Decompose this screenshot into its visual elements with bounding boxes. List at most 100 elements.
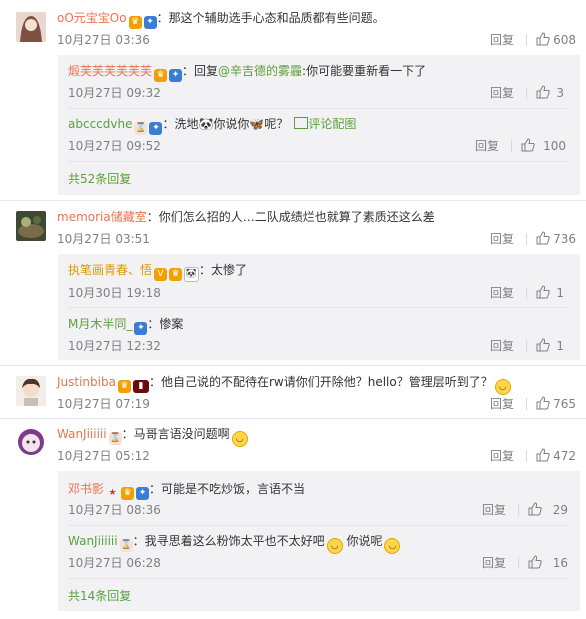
username[interactable]: memoria储藏室 [57, 210, 147, 224]
reply-time: 10月27日 08:36 [68, 503, 161, 517]
grin-emoji-icon: ◡ [494, 379, 511, 395]
divider [68, 307, 570, 308]
reply-line: 执笔画青春、悟 V ♛ 🐼 ：太惨了 [68, 262, 247, 282]
avatar[interactable] [16, 376, 46, 406]
comment-line: oO元宝宝Oo ♛ ✦ ：那这个辅助选手心态和品质都有些问题。 [57, 10, 385, 29]
thumbs-up-icon[interactable] [536, 231, 550, 245]
username[interactable]: WanJiiiiii [68, 534, 118, 548]
reply-text: ：太惨了 [199, 263, 248, 277]
reply-button[interactable]: 回复 [490, 286, 514, 300]
reply-button[interactable]: 回复 [475, 139, 499, 153]
star-icon: ★ [108, 488, 117, 498]
like-count: 608 [553, 33, 576, 47]
vip-badge-icon: ♛ [154, 69, 168, 82]
username[interactable]: 煅芙芙芙芙芙芙 [68, 64, 152, 78]
thumbs-up-icon[interactable] [536, 285, 550, 299]
comment-line: memoria储藏室：你们怎么招的人…二队成绩烂也就算了素质还这么差 [57, 209, 435, 225]
reply-time: 10月27日 06:28 [68, 556, 161, 570]
divider [0, 200, 586, 201]
reply-time: 10月27日 09:32 [68, 86, 161, 100]
comment-text: ：他自己说的不配待在rw请你们开除他？hello？管理层听到了？ [148, 375, 493, 389]
reply-time: 10月27日 12:32 [68, 339, 161, 353]
divider [526, 340, 527, 352]
username[interactable]: oO元宝宝Oo [57, 11, 127, 25]
vip-badge-icon: ♛ [121, 487, 135, 500]
avatar[interactable] [16, 12, 46, 42]
reply-text: ：洗地🐼你说你🦋呢？ [162, 117, 289, 131]
reply-button[interactable]: 回复 [490, 33, 514, 47]
reply-button[interactable]: 回复 [490, 86, 514, 100]
thumbs-up-icon[interactable] [536, 85, 550, 99]
reply-button[interactable]: 回复 [490, 397, 514, 411]
reply-text: :你可能要重新看一下了 [302, 64, 427, 78]
hourglass-badge-icon: ⌛ [119, 539, 133, 552]
comment-line: Justinbiba ♛ ▮ ：他自己说的不配待在rw请你们开除他？hello？管理层… [57, 374, 511, 395]
divider [526, 450, 527, 462]
reply-text: ：可能是不吃炒饭，言语不当 [149, 482, 306, 496]
reply-prefix: ：回复 [182, 64, 219, 78]
fan-badge-icon: ✦ [134, 322, 148, 335]
username[interactable]: M月木半同_ [68, 317, 132, 331]
divider [526, 34, 527, 46]
reply-line: M月木半同_ ✦ ：惨案 [68, 316, 183, 335]
comment-time: 10月27日 05:12 [57, 449, 150, 463]
thumbs-up-icon[interactable] [528, 502, 542, 516]
like-count: 765 [553, 397, 576, 411]
comment-text: ：马哥言语没问题啊 [121, 427, 230, 441]
divider [68, 161, 570, 162]
vip-badge-icon: ♛ [117, 380, 131, 393]
username[interactable]: 邓书影 [68, 482, 104, 496]
fan-badge-icon: ✦ [149, 122, 163, 135]
username[interactable]: 执笔画青春、悟 [68, 263, 152, 277]
team-badge-icon: ▮ [132, 380, 149, 393]
divider [0, 418, 586, 419]
hourglass-badge-icon: ⌛ [108, 432, 122, 445]
divider [68, 525, 570, 526]
panda-icon: 🐼 [184, 267, 200, 282]
thumbs-up-icon[interactable] [536, 338, 550, 352]
vip-badge-icon: ♛ [169, 268, 183, 281]
mention-link[interactable]: @辛吉德的雾霾 [218, 64, 302, 78]
divider [511, 140, 512, 152]
reply-button[interactable]: 回复 [490, 232, 514, 246]
reply-line: 煅芙芙芙芙芙芙 ♛ ✦ ：回复@辛吉德的雾霾:你可能要重新看一下了 [68, 63, 426, 82]
fan-badge-icon: ✦ [169, 69, 183, 82]
reply-line: 邓书影 ★ ♛ ✦ ：可能是不吃炒饭，言语不当 [68, 481, 305, 500]
comment-text: ：那这个辅助选手心态和品质都有些问题。 [156, 11, 385, 25]
comment-time: 10月27日 03:36 [57, 33, 150, 47]
username[interactable]: Justinbiba [57, 375, 116, 389]
more-replies-link[interactable]: 共14条回复 [68, 589, 131, 603]
like-count: 736 [553, 232, 576, 246]
verified-v-icon: V [154, 268, 168, 281]
thumbs-up-icon[interactable] [521, 138, 535, 152]
image-icon [294, 117, 309, 129]
reply-text: ：我寻思着这么粉饰太平也不太好吧 [132, 534, 325, 548]
comment-image-link[interactable]: 评论配图 [308, 117, 356, 131]
avatar[interactable] [16, 427, 46, 457]
like-count: 100 [543, 139, 566, 153]
fan-badge-icon: ✦ [143, 16, 157, 29]
more-replies-link[interactable]: 共52条回复 [68, 172, 131, 186]
divider [68, 108, 570, 109]
reply-button[interactable]: 回复 [482, 503, 506, 517]
username[interactable]: abcccdvhe [68, 117, 132, 131]
avatar[interactable] [16, 211, 46, 241]
reply-button[interactable]: 回复 [482, 556, 506, 570]
reply-text-tail: 你说呢 [346, 534, 383, 548]
reply-button[interactable]: 回复 [490, 339, 514, 353]
like-count: 29 [552, 503, 568, 517]
smirk-emoji-icon: ◡ [231, 431, 248, 447]
username[interactable]: WanJiiiiii [57, 427, 107, 441]
divider [526, 398, 527, 410]
comment-time: 10月27日 03:51 [57, 232, 150, 246]
thumbs-up-icon[interactable] [536, 448, 550, 462]
reply-time: 10月30日 19:18 [68, 286, 161, 300]
reply-button[interactable]: 回复 [490, 449, 514, 463]
divider [0, 365, 586, 366]
divider [526, 87, 527, 99]
reply-time: 10月27日 09:52 [68, 139, 161, 153]
divider [518, 557, 519, 569]
thumbs-up-icon[interactable] [536, 32, 550, 46]
thumbs-up-icon[interactable] [536, 396, 550, 410]
thumbs-up-icon[interactable] [528, 555, 542, 569]
